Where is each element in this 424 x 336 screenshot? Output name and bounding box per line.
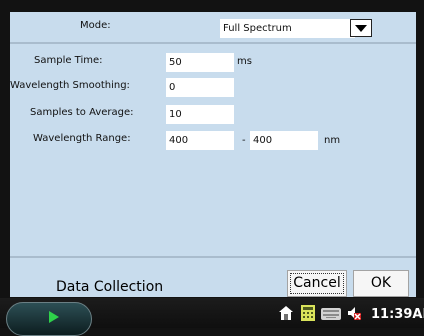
- wavelength-range-label: Wavelength Range:: [33, 133, 131, 144]
- taskbar: 11:39AM: [0, 298, 424, 336]
- speaker-muted-icon[interactable]: [347, 305, 361, 321]
- samples-to-average-label: Samples to Average:: [30, 107, 134, 118]
- divider: [10, 42, 416, 44]
- sample-time-field[interactable]: 50: [166, 53, 234, 72]
- wavelength-range-unit: nm: [324, 135, 341, 146]
- sample-time-label: Sample Time:: [34, 55, 103, 66]
- wavelength-smoothing-field[interactable]: 0: [166, 78, 234, 97]
- mode-select[interactable]: Full Spectrum: [220, 19, 355, 38]
- calculator-icon[interactable]: [301, 305, 315, 321]
- keyboard-icon[interactable]: [321, 308, 341, 320]
- dialog-footer: Data Collection Cancel OK: [10, 270, 416, 297]
- samples-to-average-field[interactable]: 10: [166, 105, 234, 124]
- wavelength-smoothing-label: Wavelength Smoothing:: [10, 80, 130, 91]
- sample-time-unit: ms: [237, 56, 252, 67]
- home-icon[interactable]: [278, 305, 294, 321]
- dialog-panel: Mode: Full Spectrum Sample Time: 50 ms W…: [10, 12, 416, 297]
- dialog-title: Data Collection: [56, 279, 164, 295]
- divider: [10, 256, 416, 258]
- mode-label: Mode:: [80, 20, 111, 31]
- start-button[interactable]: [6, 302, 92, 336]
- chevron-down-icon[interactable]: [350, 19, 372, 37]
- wavelength-range-from-field[interactable]: 400: [166, 131, 234, 150]
- clock-time: 11:39AM: [371, 307, 424, 322]
- cancel-button[interactable]: Cancel: [287, 270, 347, 297]
- play-icon: [49, 311, 59, 323]
- ok-button[interactable]: OK: [353, 270, 409, 297]
- wavelength-range-to-field[interactable]: 400: [250, 131, 318, 150]
- range-separator: -: [242, 135, 246, 146]
